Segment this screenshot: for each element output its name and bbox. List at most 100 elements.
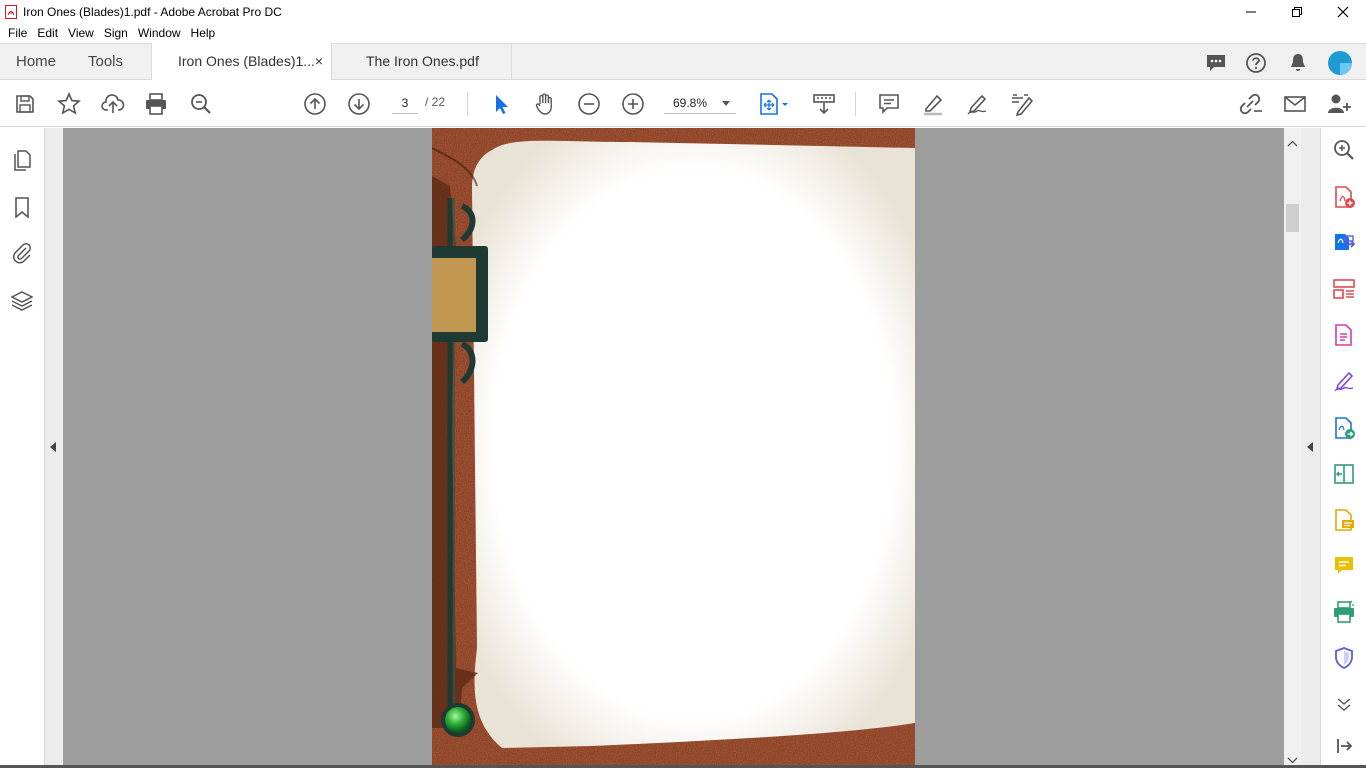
tab-close-icon[interactable]: × [315,43,323,80]
fill-sign-icon [1334,371,1354,392]
restore-icon [1292,6,1302,17]
zoom-out-icon [578,93,600,115]
edit-pdf-tool-button[interactable] [1331,322,1357,348]
print-icon [146,93,166,115]
zoom-out-button[interactable] [576,91,602,117]
bookmark-star-icon [57,92,81,115]
export-pdf-icon [1335,234,1356,250]
print-production-button[interactable] [1331,599,1357,625]
tab-bar: Home Tools Iron Ones (Blades)1... × The … [0,43,1366,80]
toolbar-divider [855,92,856,116]
print-production-icon [1334,600,1354,623]
close-window-button[interactable] [1320,0,1366,23]
save-button[interactable] [12,91,38,117]
chevron-down-icon [722,101,730,106]
pdf-page[interactable] [432,128,915,768]
page-thumbnails-button[interactable] [10,148,34,172]
next-page-button[interactable] [346,91,372,117]
email-button[interactable] [1282,91,1308,117]
tab-home[interactable]: Home [16,44,56,80]
hand-tool-button[interactable] [532,91,558,117]
find-zoom-icon [191,94,211,114]
page-thumbnails-icon [14,150,31,171]
menu-bar: File Edit View Sign Window Help [0,23,1366,43]
attachments-button[interactable] [10,241,34,265]
previous-page-button[interactable] [302,91,328,117]
vertical-scrollbar[interactable] [1284,128,1301,768]
collapse-left-pane-icon[interactable] [50,442,56,452]
comment-tool-icon [1335,557,1353,574]
page-number-input[interactable]: 3 [392,94,418,114]
maximize-button[interactable] [1274,0,1320,23]
scroll-mode-button[interactable] [811,91,837,117]
tab-tools[interactable]: Tools [88,44,123,80]
upload-button[interactable] [100,91,126,117]
protect-button[interactable] [1331,645,1357,671]
highlight-button[interactable] [920,91,946,117]
zoom-level-dropdown[interactable]: 69.8% [664,94,736,114]
email-icon [1284,96,1306,112]
menu-help[interactable]: Help [187,26,222,40]
bookmarks-icon [15,197,29,218]
tab-document-active[interactable]: Iron Ones (Blades)1... × [151,43,332,80]
chat-icon[interactable] [1205,52,1227,74]
fit-page-button[interactable] [757,91,791,117]
share-link-button[interactable] [1238,91,1264,117]
compare-files-button[interactable] [1331,461,1357,487]
menu-sign[interactable]: Sign [100,26,134,40]
acrobat-app-icon [5,4,17,19]
comment-tool-button[interactable] [1331,553,1357,579]
page-illustration [432,128,915,768]
organize-pages-icon [1333,279,1355,299]
bookmarks-button[interactable] [10,195,34,219]
edit-pdf-icon [1012,94,1033,116]
page-down-icon [348,93,370,115]
comment-button[interactable] [876,91,902,117]
help-icon[interactable] [1245,52,1267,74]
hand-icon [535,93,552,115]
create-pdf-button[interactable] [1331,184,1357,210]
edit-pdf-button[interactable] [1008,91,1034,117]
print-button[interactable] [143,91,169,117]
minimize-icon [1246,11,1256,12]
add-people-button[interactable] [1326,91,1352,117]
page-total-label: / 22 [425,95,446,109]
add-user-icon [1328,94,1351,113]
send-comments-button[interactable] [1331,507,1357,533]
menu-view[interactable]: View [64,26,100,40]
sign-button[interactable] [964,91,990,117]
zoom-in-icon [622,93,644,115]
select-tool-button[interactable] [488,91,514,117]
minimize-button[interactable] [1228,0,1274,23]
scroll-up-arrow-icon[interactable] [1284,138,1301,150]
toolbar-divider [467,92,468,116]
account-avatar-icon[interactable] [1327,50,1353,76]
menu-window[interactable]: Window [134,26,187,40]
edit-pdf-icon [1335,324,1352,346]
layers-button[interactable] [10,289,34,313]
send-comments-icon [1335,509,1354,531]
find-button[interactable] [188,91,214,117]
favorite-button[interactable] [56,91,82,117]
more-tools-button[interactable] [1331,691,1357,717]
main-toolbar: 3 / 22 69.8% [0,80,1366,127]
create-pdf-icon [1335,186,1355,208]
scrollbar-thumb[interactable] [1286,204,1299,232]
export-pdf-button[interactable] [1331,229,1357,255]
collapse-tools-pane-button[interactable] [1331,733,1357,759]
upload-cloud-icon [101,94,125,113]
collapse-right-pane-icon[interactable] [1307,442,1313,452]
search-tool-button[interactable] [1331,137,1357,163]
organize-pages-button[interactable] [1331,276,1357,302]
zoom-level-value: 69.8% [673,96,708,110]
menu-edit[interactable]: Edit [33,26,64,40]
layers-icon [11,291,33,311]
notifications-bell-icon[interactable] [1287,52,1309,74]
tab-document-2[interactable]: The Iron Ones.pdf [331,43,512,80]
menu-file[interactable]: File [4,26,33,40]
sign-icon [967,94,987,115]
scroll-mode-icon [813,94,835,115]
request-signature-button[interactable] [1331,415,1357,441]
zoom-in-button[interactable] [620,91,646,117]
fill-sign-button[interactable] [1331,368,1357,394]
